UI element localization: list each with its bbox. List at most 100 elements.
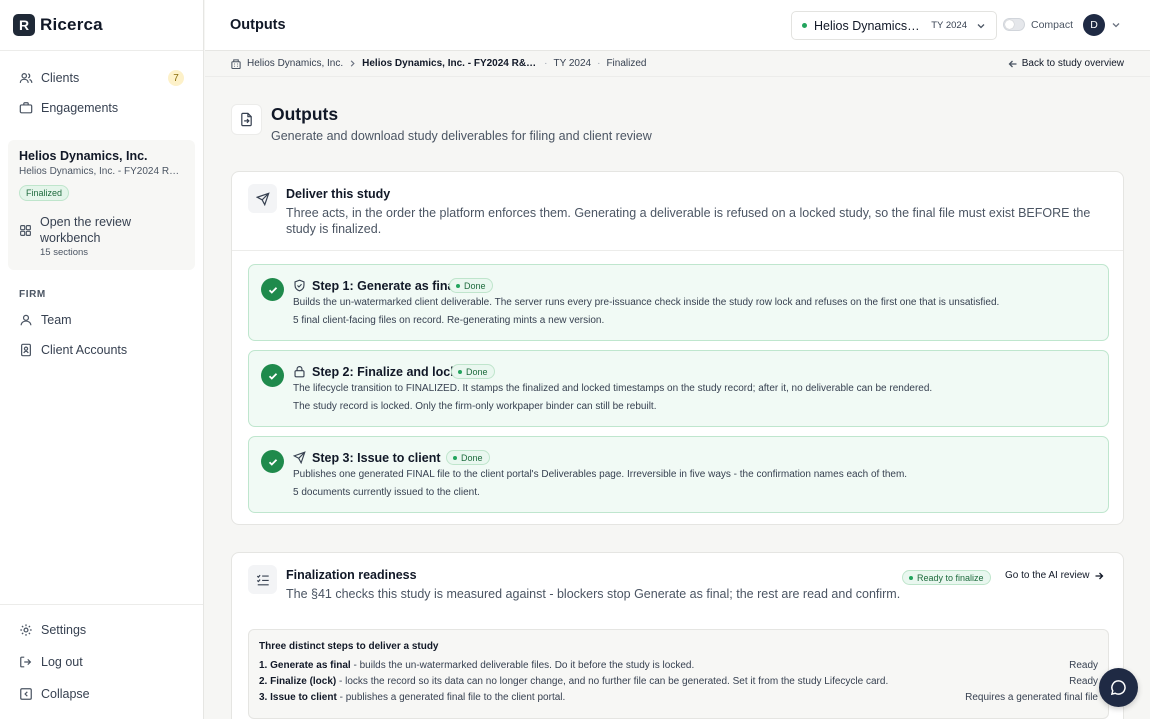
sidebar-item-label: Client Accounts [41,343,128,357]
status-badge: Done [446,450,490,465]
briefcase-icon [19,101,33,115]
step-note: 5 final client-facing files on record. R… [293,315,605,326]
step-generate-final: Step 1: Generate as final Done Builds th… [248,264,1109,341]
summary-step-status: Ready [1069,676,1098,687]
sidebar-item-settings[interactable]: Settings [19,619,184,641]
sidebar-item-collapse[interactable]: Collapse [19,683,184,705]
status-badge: Finalized [19,185,70,201]
id-card-icon [19,343,33,357]
send-icon [248,184,277,213]
status-dot [909,575,913,580]
arrow-left-icon [1008,59,1018,69]
list-item: 2. Finalize (lock) - locks the record so… [259,676,1098,687]
breadcrumb-separator: · [544,58,548,69]
summary-step-text: - locks the record so its data can no lo… [336,676,889,687]
go-to-ai-review-link[interactable]: Go to the AI review [1005,570,1104,581]
collapse-icon [19,687,33,701]
status-badge-label: Ready to finalize [917,572,984,583]
user-icon [19,313,33,327]
client-selector-name: Helios Dynamics, Inc. [814,18,923,33]
shield-icon [293,279,306,292]
sidebar-item-client-accounts[interactable]: Client Accounts [19,339,184,361]
back-to-overview-link[interactable]: Back to study overview [1008,58,1124,69]
status-badge-label: Done [466,366,488,377]
summary-step-status: Requires a generated final file [965,692,1098,703]
chevron-right-icon [348,59,357,68]
step-description: Builds the un-watermarked client deliver… [293,297,1000,308]
sidebar: R Ricerca Clients 7 Engagements Helios D… [0,0,204,719]
sidebar-item-label: Clients [41,71,80,85]
sidebar-item-clients[interactable]: Clients 7 [19,67,184,89]
file-export-icon [231,104,262,135]
top-bar: Outputs Helios Dynamics, Inc. TY 2024 Co… [205,0,1150,51]
send-icon [293,451,306,464]
finalization-readiness-card: Finalization readiness The §41 checks th… [231,552,1124,719]
breadcrumb-status: Finalized [606,58,647,69]
gear-icon [19,623,33,637]
step-description: The lifecycle transition to FINALIZED. I… [293,383,933,394]
step-note: 5 documents currently issued to the clie… [293,487,480,498]
breadcrumb-separator: · [597,58,601,69]
sidebar-item-label: Collapse [41,687,90,701]
users-icon [19,71,33,85]
status-badge: Done [451,364,495,379]
step-description: Publishes one generated FINAL file to th… [293,469,908,480]
step-title: Step 1: Generate as final [312,279,458,293]
arrow-right-icon [1094,571,1104,581]
logout-icon [19,655,33,669]
compact-label: Compact [1031,19,1074,31]
status-badge-label: Done [461,452,483,463]
deliver-subtitle: Three acts, in the order the platform en… [286,206,1091,236]
client-selector[interactable]: Helios Dynamics, Inc. TY 2024 [791,11,997,40]
page-title-top: Outputs [230,17,286,33]
breadcrumb-study[interactable]: Helios Dynamics, Inc. - FY2024 R&D Study [362,58,538,69]
brand-name: Ricerca [40,15,103,34]
list-item: 3. Issue to client - publishes a generat… [259,692,1098,703]
client-name: Helios Dynamics, Inc. [19,149,148,163]
status-badge-label: Done [464,280,486,291]
step-note: The study record is locked. Only the fir… [293,401,657,412]
back-link-label: Back to study overview [1021,58,1124,69]
sidebar-item-logout[interactable]: Log out [19,651,184,673]
chat-button[interactable] [1099,668,1138,707]
open-review-workbench-link[interactable]: Open the review workbench 15 sections [19,214,184,258]
sidebar-item-label: Engagements [41,101,119,115]
sidebar-item-label: Settings [41,623,87,637]
step-issue-client: Step 3: Issue to client Done Publishes o… [248,436,1109,513]
avatar[interactable]: D [1083,14,1105,36]
summary-step-status: Ready [1069,660,1098,671]
section-count: 15 sections [40,247,89,258]
sidebar-item-label: Team [41,313,72,327]
brand-logo: R [13,14,35,36]
chevron-down-icon[interactable] [1111,20,1121,30]
step-title: Step 3: Issue to client [312,451,441,465]
compact-toggle[interactable] [1003,18,1025,31]
status-dot [453,455,457,460]
summary-step-text: - publishes a generated final file to th… [336,692,566,703]
grid-icon [19,224,32,237]
breadcrumb-client[interactable]: Helios Dynamics, Inc. [247,58,343,69]
summary-step-text: - builds the un-watermarked deliverable … [350,660,695,671]
open-review-label: Open the review workbench [40,215,132,245]
summary-step-label: 1. Generate as final [259,660,351,671]
status-dot [802,23,807,28]
deliver-title: Deliver this study [286,187,391,201]
check-icon [261,364,284,387]
status-dot [458,369,462,374]
status-badge: Ready to finalize [902,570,991,585]
status-badge: Done [449,278,493,293]
firm-section-label: FIRM [19,289,46,300]
readiness-subtitle: The §41 checks this study is measured ag… [286,587,901,601]
brand[interactable]: R Ricerca [0,0,203,51]
readiness-title: Finalization readiness [286,568,417,582]
page-title: Outputs [271,104,339,124]
client-study-name: Helios Dynamics, Inc. - FY2024 R&D Study [19,166,184,177]
building-icon [230,58,242,70]
chat-bubble-icon [1110,679,1127,696]
step-title: Step 2: Finalize and lock [312,365,458,379]
sidebar-item-engagements[interactable]: Engagements [19,97,184,119]
summary-step-label: 2. Finalize (lock) [259,676,337,687]
lock-icon [293,365,306,378]
summary-step-label: 3. Issue to client [259,692,337,703]
sidebar-item-team[interactable]: Team [19,309,184,331]
